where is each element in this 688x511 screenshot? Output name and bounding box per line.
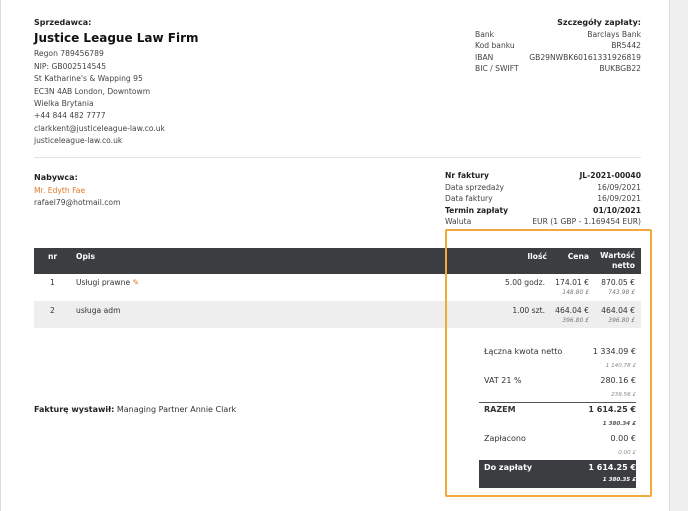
seller-regon: Regon 789456789 <box>34 49 104 59</box>
col-desc: Opis <box>76 252 96 261</box>
row-desc: usługa adm <box>76 306 121 315</box>
payment-key: IBAN <box>475 52 494 62</box>
highlight-frame <box>445 229 652 497</box>
seller-name: Justice League Law Firm <box>34 31 199 46</box>
invoice-date-row: Data faktury 16/09/2021 <box>445 193 641 205</box>
buyer-email: rafael79@hotmail.com <box>34 198 121 208</box>
seller-country: Wielka Brytania <box>34 99 94 109</box>
sale-date-row: Data sprzedaży 16/09/2021 <box>445 182 641 194</box>
scrollbar[interactable] <box>670 0 688 511</box>
section-divider <box>34 157 641 158</box>
seller-phone: +44 844 482 7777 <box>34 111 106 121</box>
issuer-label: Fakturę wystawił: <box>34 405 115 414</box>
payment-row: Bank Barclays Bank <box>475 29 641 41</box>
seller-block: Sprzedawca: Justice League Law Firm Rego… <box>34 17 199 148</box>
payment-key: Kod banku <box>475 41 515 50</box>
row-nr: 1 <box>50 278 55 287</box>
row-desc-text: Usługi prawne <box>76 278 131 287</box>
payment-key: Bank <box>475 29 495 39</box>
invoice-number-label: Nr faktury <box>445 171 489 180</box>
due-date-row: Termin zapłaty 01/10/2021 <box>445 205 641 217</box>
sale-date-label: Data sprzedaży <box>445 182 505 192</box>
buyer-label: Nabywca: <box>34 173 78 182</box>
currency-label: Waluta <box>445 217 472 227</box>
buyer-name-link[interactable]: Mr. Edyth Fae <box>34 185 120 198</box>
seller-email: clarkkent@justiceleague-law.co.uk <box>34 123 165 133</box>
row-nr: 2 <box>50 306 55 315</box>
payment-title: Szczegóły zapłaty: <box>557 18 641 27</box>
col-nr: nr <box>48 252 58 261</box>
payment-details: Szczegóły zapłaty: Bank Barclays Bank Kod… <box>475 17 641 75</box>
seller-label: Sprzedawca: <box>34 18 92 27</box>
currency-value: EUR (1 GBP - 1.169454 EUR) <box>532 217 641 227</box>
payment-value: BUKBGB22 <box>599 64 641 73</box>
payment-key: BIC / SWIFT <box>475 64 519 73</box>
due-date-label: Termin zapłaty <box>445 205 509 215</box>
payment-row: Kod banku BR5442 <box>475 40 641 52</box>
payment-row: BIC / SWIFT BUKBGB22 <box>475 63 641 75</box>
payment-value: BR5442 <box>611 41 641 50</box>
due-date: 01/10/2021 <box>593 205 641 215</box>
row-desc: Usługi prawne ✎ <box>76 278 139 287</box>
seller-city: EC3N 4AB London, Downtowm <box>34 86 151 96</box>
seller-street: St Katharine's & Wapping 95 <box>34 74 143 84</box>
payment-value: GB29NWBK60161331926819 <box>529 52 641 62</box>
seller-nip: NIP: GB002514545 <box>34 61 107 71</box>
currency-row: Waluta EUR (1 GBP - 1.169454 EUR) <box>445 216 641 227</box>
sale-date: 16/09/2021 <box>597 182 641 192</box>
payment-row: IBAN GB29NWBK60161331926819 <box>475 52 641 64</box>
issuer-name: Managing Partner Annie Clark <box>116 405 237 414</box>
payment-value: Barclays Bank <box>587 29 641 39</box>
invoice-meta: Nr faktury JL-2021-00040 Data sprzedaży 16… <box>445 170 641 227</box>
buyer-block: Nabywca: Mr. Edyth Fae rafael79@hotmail.… <box>34 172 120 210</box>
seller-website: justiceleague-law.co.uk <box>34 136 123 146</box>
invoice-date-label: Data faktury <box>445 194 493 204</box>
invoice-number-row: Nr faktury JL-2021-00040 <box>445 170 641 182</box>
pencil-icon[interactable]: ✎ <box>133 278 140 287</box>
issuer-line: Fakturę wystawił: Managing Partner Annie… <box>34 405 236 414</box>
invoice-number: JL-2021-00040 <box>579 171 641 180</box>
invoice-date: 16/09/2021 <box>597 194 641 204</box>
